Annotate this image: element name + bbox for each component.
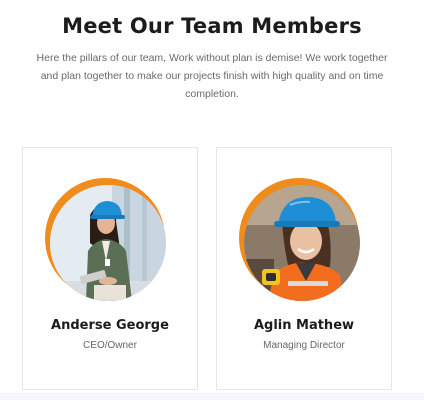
next-section-edge xyxy=(0,393,424,400)
woman-hardhat-safety-vest-photo-icon xyxy=(244,185,360,301)
intro-line: and plan together to make our projects f… xyxy=(40,70,384,82)
section-title: Meet Our Team Members xyxy=(62,14,362,38)
member-name: Aglin Mathew xyxy=(253,318,355,333)
intro-line: completion. xyxy=(185,88,239,100)
member-role: CEO/Owner xyxy=(83,340,137,351)
team-member-card[interactable]: Aglin Mathew Managing Director xyxy=(216,147,392,390)
team-member-card[interactable]: Anderse George CEO/Owner xyxy=(22,147,198,390)
team-section: Meet Our Team Members Here the pillars o… xyxy=(0,0,424,400)
section-intro: Here the pillars of our team, Work witho… xyxy=(24,49,400,103)
member-photo[interactable] xyxy=(50,185,166,301)
member-photo-frame xyxy=(239,178,361,301)
woman-hardhat-tablet-photo-icon xyxy=(50,185,166,301)
member-name: Anderse George xyxy=(51,318,169,333)
member-photo[interactable] xyxy=(244,185,360,301)
member-photo-frame xyxy=(45,178,167,301)
intro-line: Here the pillars of our team, Work witho… xyxy=(36,52,388,64)
member-role: Managing Director xyxy=(263,340,345,351)
